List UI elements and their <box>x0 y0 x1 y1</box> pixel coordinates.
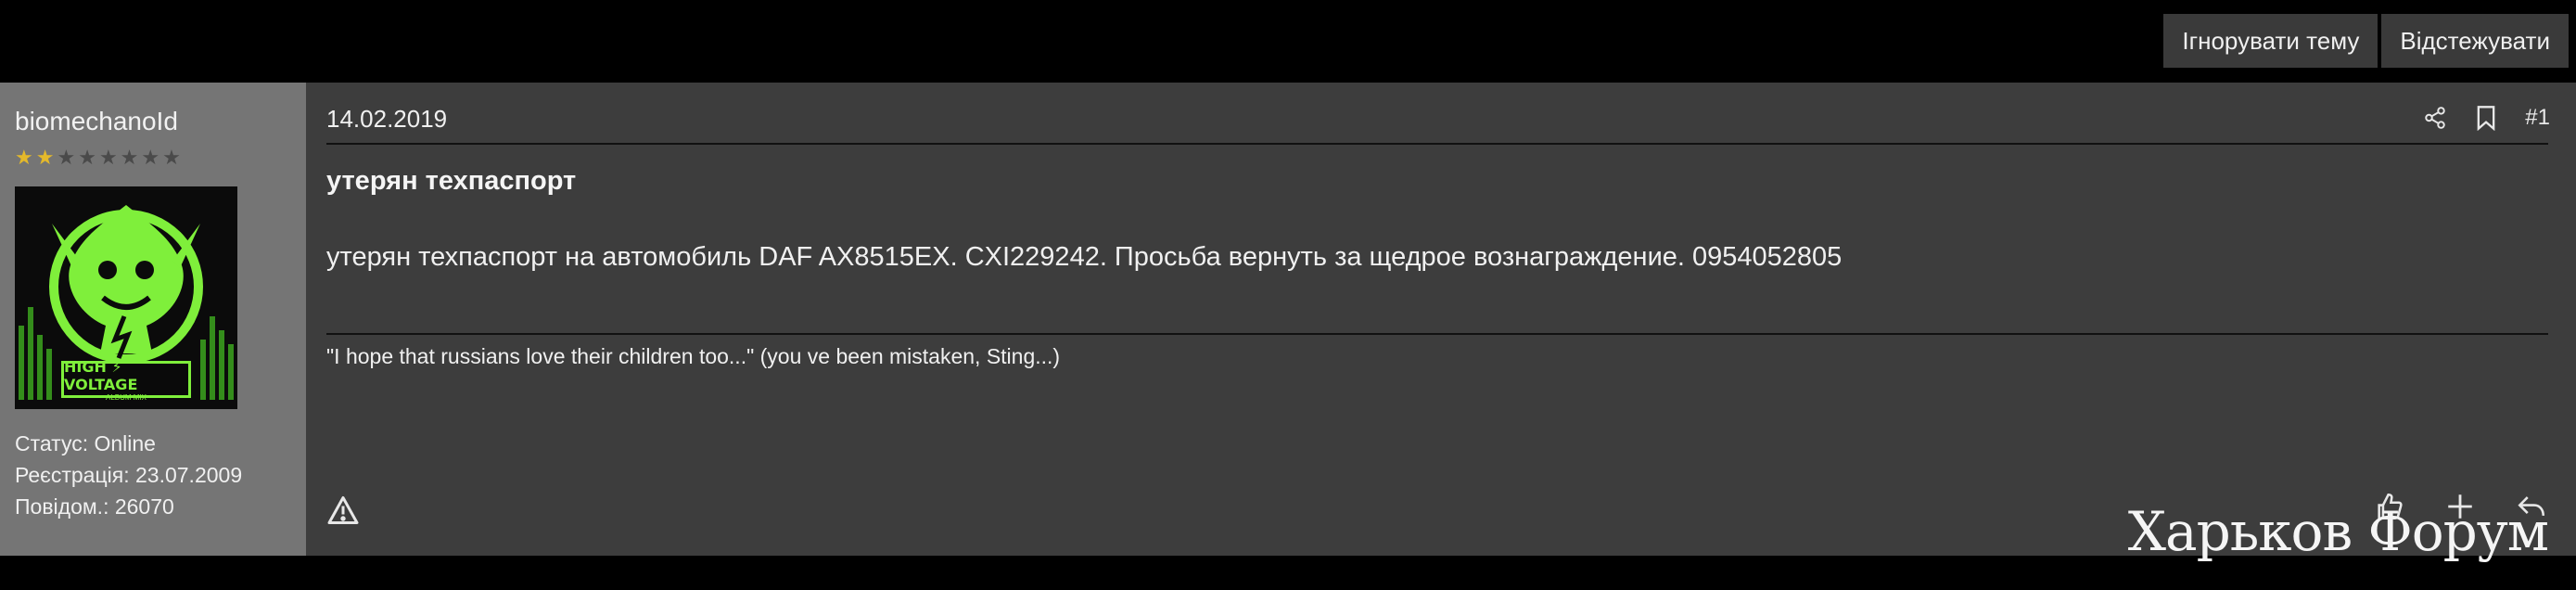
post-date-link[interactable]: 14.02.2019 <box>326 105 447 134</box>
post-title: утерян техпаспорт <box>326 166 577 196</box>
user-status: Статус: Online <box>15 431 156 455</box>
post-body: утерян техпаспорт на автомобиль DAF AX85… <box>326 242 1843 272</box>
thumbs-up-icon[interactable] <box>2374 491 2405 527</box>
rating-star-icon: ★ <box>98 146 118 169</box>
signature: "I hope that russians love their childre… <box>326 344 1061 368</box>
avatar[interactable]: HIGH ⚡ VOLTAGE ALBUM MIX <box>15 186 237 409</box>
post-number-link[interactable]: #1 <box>2525 105 2550 131</box>
post-tools: #1 <box>2423 105 2550 131</box>
rating-star-icon: ★ <box>120 146 139 169</box>
rating-star-icon: ★ <box>141 146 160 169</box>
post: biomechanoId ★ ★ ★ ★ ★ ★ ★ ★ HIGH ⚡ VOLT… <box>0 83 2576 563</box>
post-footer-actions <box>2374 491 2548 527</box>
reply-icon[interactable] <box>2515 491 2548 527</box>
signature-divider <box>326 333 2548 335</box>
thread-actions: Ігнорувати тему Відстежувати <box>2163 14 2569 68</box>
divider <box>326 143 2548 145</box>
username-link[interactable]: biomechanoId <box>15 107 178 136</box>
share-icon[interactable] <box>2423 106 2447 130</box>
watch-thread-button[interactable]: Відстежувати <box>2381 14 2569 68</box>
rating-star-icon: ★ <box>78 146 96 169</box>
rating-star-icon: ★ <box>35 146 55 169</box>
avatar-badge-title: HIGH ⚡ VOLTAGE <box>64 357 138 393</box>
user-panel: biomechanoId ★ ★ ★ ★ ★ ★ ★ ★ HIGH ⚡ VOLT… <box>0 83 306 556</box>
warning-icon[interactable] <box>326 494 360 531</box>
post-content: 14.02.2019 #1 утерян техпаспорт утерян т… <box>306 83 2576 563</box>
rating-star-icon: ★ <box>162 146 181 169</box>
user-registered: Реєстрація: 23.07.2009 <box>15 463 243 487</box>
user-info: Статус: Online Реєстрація: 23.07.2009 По… <box>15 428 242 522</box>
avatar-badge: HIGH ⚡ VOLTAGE ALBUM MIX <box>61 357 191 402</box>
ignore-thread-button[interactable]: Ігнорувати тему <box>2163 14 2378 68</box>
user-post-count: Повідом.: 26070 <box>15 494 174 519</box>
plus-icon[interactable] <box>2444 491 2476 527</box>
rating-star-icon: ★ <box>57 146 76 169</box>
bookmark-icon[interactable] <box>2475 105 2497 131</box>
avatar-badge-subtitle: ALBUM MIX <box>105 392 147 402</box>
rating-stars: ★ ★ ★ ★ ★ ★ ★ ★ <box>15 148 181 168</box>
rating-star-icon: ★ <box>15 146 33 169</box>
